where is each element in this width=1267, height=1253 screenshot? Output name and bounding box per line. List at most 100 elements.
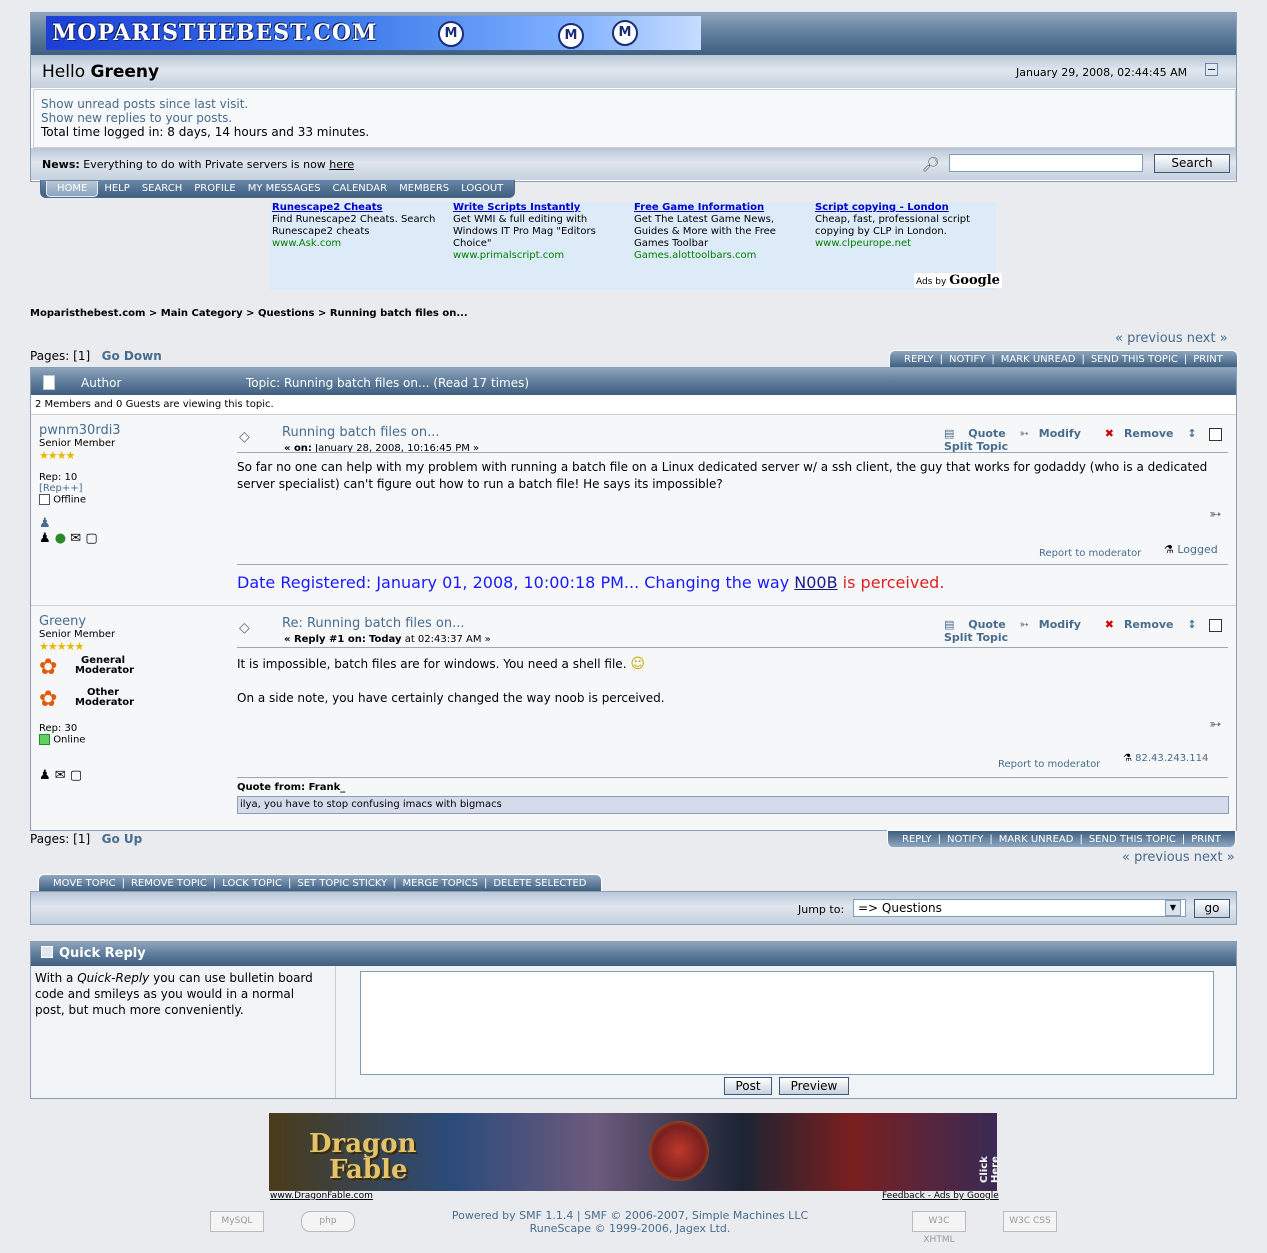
menu-members[interactable]: MEMBERS [393, 183, 455, 194]
prev-next-links[interactable]: « previous next » [1122, 850, 1235, 865]
menu-calendar[interactable]: CALENDAR [327, 183, 394, 194]
ad-url[interactable]: Games.alottoolbars.com [634, 250, 810, 262]
signature-link[interactable]: N00B [794, 573, 837, 592]
w3c-css-badge-icon[interactable]: W3C CSS [1003, 1211, 1057, 1232]
ad-item[interactable]: Script copying - London Cheap, fast, prof… [815, 202, 991, 250]
google-ads: Runescape2 Cheats Find Runescape2 Cheats.… [270, 202, 996, 290]
banner-url-link[interactable]: www.DragonFable.com [270, 1191, 373, 1201]
rep-plus-link[interactable]: [Rep++] [39, 483, 83, 494]
ad-item[interactable]: Free Game Information Get The Latest Game… [634, 202, 810, 262]
notify-button[interactable]: NOTIFY [941, 834, 989, 845]
unread-posts-link[interactable]: Show unread posts since last visit. [41, 97, 248, 111]
select-post-checkbox[interactable] [1209, 619, 1222, 632]
merge-topics-button[interactable]: MERGE TOPICS [397, 878, 484, 889]
go-down-link[interactable]: Go Down [102, 349, 162, 363]
mark-unread-button[interactable]: MARK UNREAD [993, 834, 1080, 845]
ad-title[interactable]: Free Game Information [634, 202, 810, 214]
sticky-topic-button[interactable]: SET TOPIC STICKY [291, 878, 393, 889]
go-button[interactable]: go [1194, 899, 1230, 918]
breadcrumb-topic[interactable]: Running batch files on... [330, 308, 468, 319]
php-badge-icon[interactable]: php [301, 1211, 355, 1232]
quote-button[interactable]: ▤ Quote [944, 618, 1006, 631]
post-title[interactable]: Re: Running batch files on... [282, 616, 465, 631]
jump-to-select[interactable]: => Questions [853, 899, 1186, 917]
menu-logout[interactable]: LOGOUT [455, 183, 509, 194]
moderator-badge: ✿ General Moderator [39, 655, 135, 680]
footer-powered[interactable]: Powered by SMF 1.1.4 | SMF © 2006-2007, … [390, 1209, 870, 1222]
email-icon[interactable]: ✉ [55, 768, 66, 783]
report-moderator-link[interactable]: Report to moderator [998, 759, 1100, 770]
pm-icon[interactable]: ▢ [70, 768, 82, 783]
mysql-badge-icon[interactable]: MySQL [210, 1211, 264, 1232]
banner-feedback-link[interactable]: Feedback - Ads by Google [882, 1191, 999, 1201]
pm-icon[interactable]: ▢ [85, 531, 97, 546]
ad-url[interactable]: www.clpeurope.net [815, 238, 991, 250]
move-topic-button[interactable]: MOVE TOPIC [47, 878, 122, 889]
ad-item[interactable]: Runescape2 Cheats Find Runescape2 Cheats.… [272, 202, 448, 250]
ad-url[interactable]: www.primalscript.com [453, 250, 629, 262]
news: News: Everything to do with Private serv… [42, 158, 355, 171]
quick-quote-icon[interactable]: ➳ [1209, 715, 1222, 733]
ad-title[interactable]: Write Scripts Instantly [453, 202, 629, 214]
remove-topic-button[interactable]: REMOVE TOPIC [125, 878, 213, 889]
preview-button[interactable]: Preview [779, 1077, 849, 1095]
new-replies-link[interactable]: Show new replies to your posts. [41, 111, 232, 125]
ad-url[interactable]: www.Ask.com [272, 238, 448, 250]
modify-button[interactable]: ➳ Modify [1020, 618, 1081, 631]
w3c-xhtml-badge-icon[interactable]: W3C XHTML [912, 1211, 966, 1245]
quick-reply-header: Quick Reply [31, 942, 1236, 966]
ads-by-google[interactable]: Ads by Google [914, 273, 1002, 288]
news-bar: News: Everything to do with Private serv… [31, 148, 1236, 180]
menu-profile[interactable]: PROFILE [188, 183, 241, 194]
menu-search[interactable]: SEARCH [136, 183, 188, 194]
ad-title[interactable]: Script copying - London [815, 202, 991, 214]
quick-quote-icon[interactable]: ➳ [1209, 505, 1222, 523]
report-moderator-link[interactable]: Report to moderator [1039, 548, 1141, 559]
collapse-header-icon[interactable] [1205, 63, 1218, 76]
chevron-down-icon[interactable]: ▼ [1165, 900, 1181, 916]
dragonfable-banner[interactable]: Dragon Fable Click Here [269, 1113, 997, 1191]
menu-home[interactable]: HOME [46, 180, 99, 197]
notify-button[interactable]: NOTIFY [943, 354, 991, 365]
post: Greeny Senior Member ★★★★★ ✿ General Mod… [31, 606, 1236, 830]
reply-button[interactable]: REPLY [896, 834, 938, 845]
select-post-checkbox[interactable] [1209, 428, 1222, 441]
print-button[interactable]: PRINT [1187, 354, 1229, 365]
post-button[interactable]: Post [724, 1077, 772, 1095]
breadcrumb-category[interactable]: Main Category [161, 308, 243, 319]
username: Greeny [90, 62, 160, 82]
collapse-icon[interactable] [41, 946, 53, 958]
reply-button[interactable]: REPLY [898, 354, 940, 365]
profile-icon[interactable]: ♟ [39, 531, 51, 546]
search-button[interactable]: Search [1154, 154, 1230, 173]
profile-icon[interactable]: ♟ [39, 768, 51, 783]
prev-next-links[interactable]: « previous next » [1115, 331, 1228, 346]
breadcrumb-board[interactable]: Questions [258, 308, 315, 319]
delete-selected-button[interactable]: DELETE SELECTED [487, 878, 592, 889]
news-link[interactable]: here [329, 158, 354, 171]
lock-topic-button[interactable]: LOCK TOPIC [216, 878, 288, 889]
poster-name[interactable]: pwnm30rdi3 [39, 423, 121, 438]
remove-button[interactable]: ✖ Remove [1095, 427, 1174, 440]
mark-unread-button[interactable]: MARK UNREAD [995, 354, 1082, 365]
print-button[interactable]: PRINT [1185, 834, 1227, 845]
ad-title[interactable]: Runescape2 Cheats [272, 202, 448, 214]
modify-button[interactable]: ➳ Modify [1020, 427, 1081, 440]
search-input[interactable] [949, 154, 1143, 172]
menu-help[interactable]: HELP [98, 183, 135, 194]
website-globe-icon[interactable]: ● [55, 531, 66, 546]
site-logo[interactable]: MOPARISTHEBEST.COM M M M [46, 16, 701, 50]
remove-button[interactable]: ✖ Remove [1095, 618, 1174, 631]
breadcrumb-home[interactable]: Moparisthebest.com [30, 308, 145, 319]
quote-button[interactable]: ▤ Quote [944, 427, 1006, 440]
menu-my-messages[interactable]: MY MESSAGES [242, 183, 327, 194]
ad-item[interactable]: Write Scripts Instantly Get WMI & full ed… [453, 202, 629, 262]
poster-name[interactable]: Greeny [39, 614, 86, 629]
banner-click-here[interactable]: Click Here [979, 1156, 997, 1183]
email-icon[interactable]: ✉ [70, 531, 81, 546]
send-topic-button[interactable]: SEND THIS TOPIC [1085, 354, 1184, 365]
post-title[interactable]: Running batch files on... [282, 425, 440, 440]
send-topic-button[interactable]: SEND THIS TOPIC [1083, 834, 1182, 845]
go-up-link[interactable]: Go Up [102, 832, 143, 846]
quick-reply-textarea[interactable] [360, 971, 1214, 1075]
